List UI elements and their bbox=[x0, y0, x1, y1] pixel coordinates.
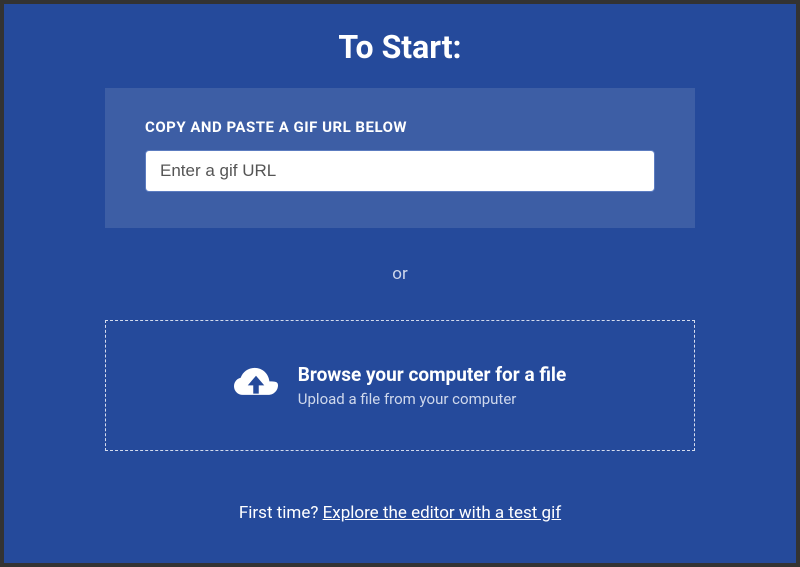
first-time-row: First time? Explore the editor with a te… bbox=[239, 503, 561, 523]
upload-title: Browse your computer for a file bbox=[298, 363, 566, 386]
url-input-section: COPY AND PASTE A GIF URL BELOW bbox=[105, 88, 695, 228]
first-time-prefix: First time? bbox=[239, 503, 323, 523]
explore-test-gif-link[interactable]: Explore the editor with a test gif bbox=[323, 503, 562, 523]
start-panel: To Start: COPY AND PASTE A GIF URL BELOW… bbox=[4, 4, 796, 563]
or-separator: or bbox=[392, 264, 407, 284]
upload-subtitle: Upload a file from your computer bbox=[298, 390, 566, 408]
cloud-upload-icon bbox=[234, 367, 278, 405]
upload-text-group: Browse your computer for a file Upload a… bbox=[298, 363, 566, 408]
page-title: To Start: bbox=[338, 28, 461, 66]
gif-url-input[interactable] bbox=[145, 150, 655, 192]
upload-inner: Browse your computer for a file Upload a… bbox=[234, 363, 566, 408]
browse-file-dropzone[interactable]: Browse your computer for a file Upload a… bbox=[105, 320, 695, 451]
url-input-label: COPY AND PASTE A GIF URL BELOW bbox=[145, 118, 655, 136]
